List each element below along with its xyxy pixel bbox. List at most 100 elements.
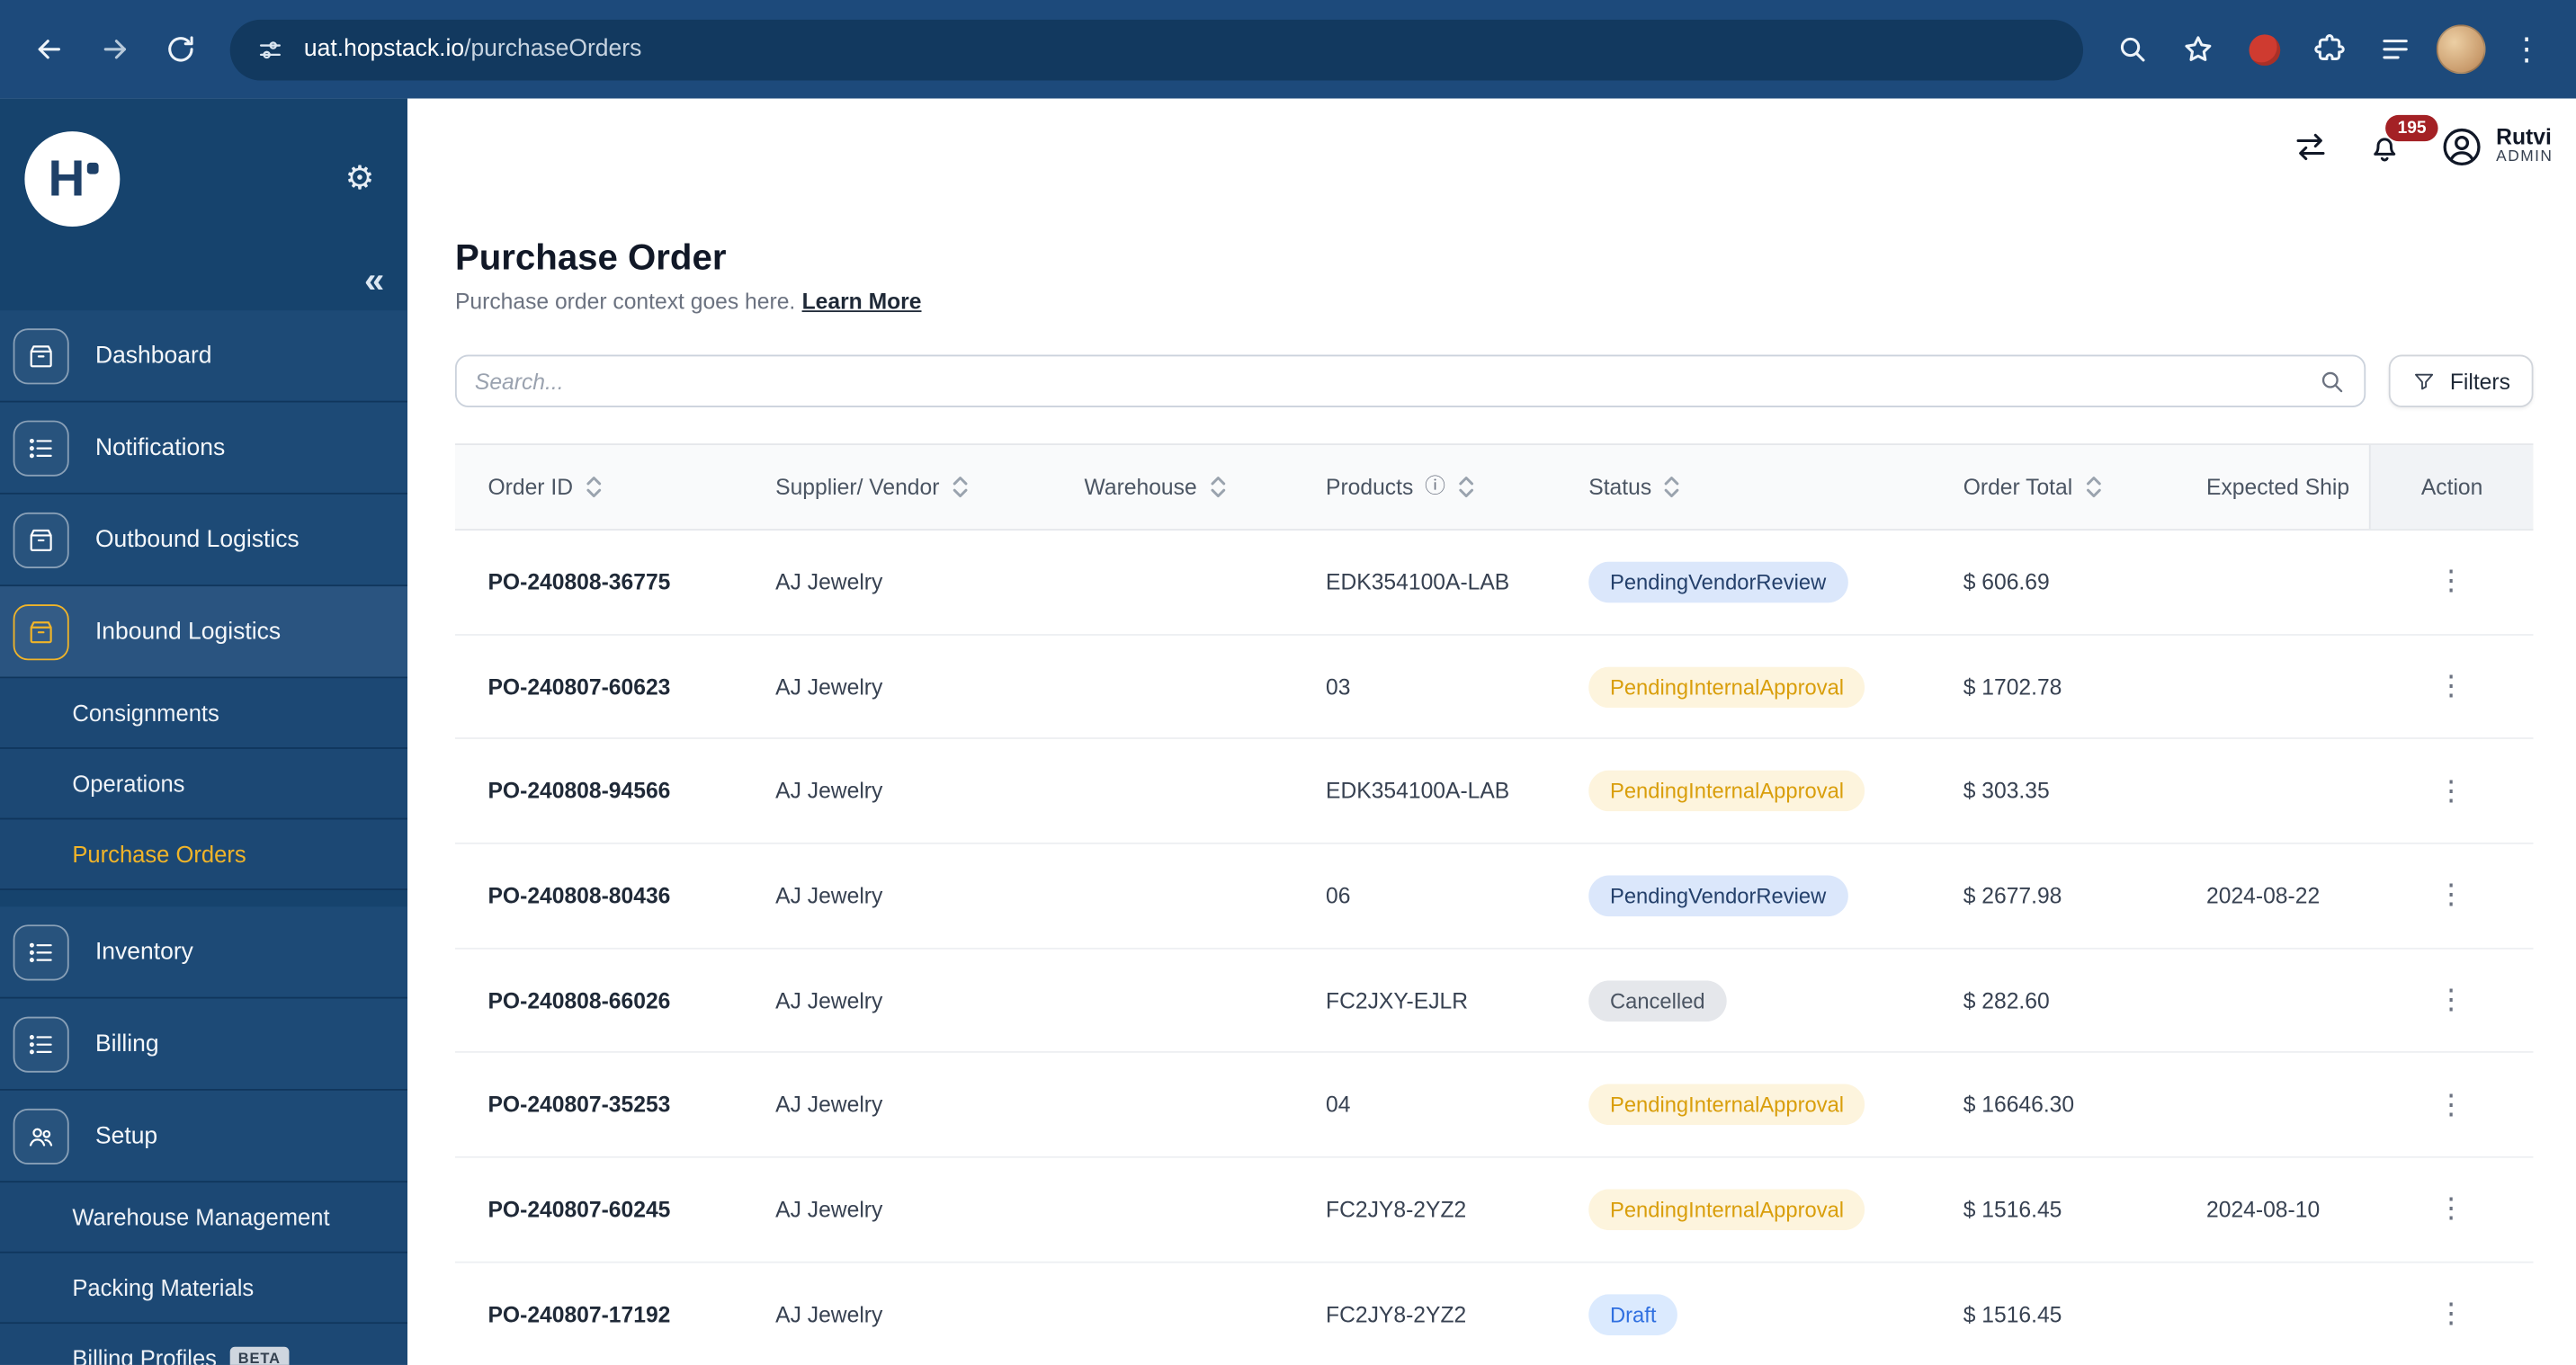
sidebar-item-dashboard[interactable]: Dashboard: [0, 310, 407, 402]
order-total-cell: $ 303.35: [1930, 779, 2173, 803]
notifications-icon: [13, 420, 69, 476]
purchase-orders-table: Order ID Supplier/ Vendor Warehouse: [455, 443, 2534, 1365]
filters-button[interactable]: Filters: [2389, 355, 2533, 407]
sidebar-item-purchase-orders[interactable]: Purchase Orders: [0, 819, 407, 890]
user-role: ADMIN: [2496, 150, 2553, 168]
row-actions-cell: ⋮: [2369, 1082, 2534, 1128]
sidebar-item-inbound-logistics[interactable]: Inbound Logistics: [0, 586, 407, 678]
column-header-status[interactable]: Status: [1556, 445, 1930, 529]
sidebar-item-billing-profiles[interactable]: Billing Profiles BETA: [0, 1324, 407, 1365]
status-badge: PendingInternalApproval: [1588, 666, 1865, 708]
side-panel-button[interactable]: [2366, 20, 2425, 79]
sidebar-item-warehouse-management[interactable]: Warehouse Management: [0, 1182, 407, 1253]
forward-button[interactable]: [85, 20, 145, 79]
sidebar-header: H ⚙ «: [0, 99, 407, 311]
sidebar-item-billing[interactable]: Billing: [0, 999, 407, 1091]
site-info-icon: [256, 35, 284, 63]
puzzle-icon: [2313, 33, 2347, 67]
search-row: Filters: [455, 355, 2534, 407]
back-button[interactable]: [20, 20, 79, 79]
products-cell: EDK354100A-LAB: [1292, 570, 1555, 594]
sidebar-item-setup[interactable]: Setup: [0, 1091, 407, 1182]
profile-button[interactable]: [2431, 20, 2491, 79]
order-id-cell: PO-240808-66026: [455, 988, 743, 1013]
column-header-order-total[interactable]: Order Total: [1930, 445, 2173, 529]
sidebar-item-outbound-logistics[interactable]: Outbound Logistics: [0, 495, 407, 586]
products-cell: 06: [1292, 884, 1555, 908]
kebab-menu-icon: ⋮: [2511, 33, 2543, 65]
reload-button[interactable]: [151, 20, 210, 79]
column-header-order-id[interactable]: Order ID: [455, 445, 743, 529]
info-icon: ⓘ: [1425, 477, 1445, 497]
table-row: PO-240808-66026 AJ Jewelry FC2JXY-EJLR C…: [455, 949, 2534, 1053]
row-actions-cell: ⋮: [2369, 1187, 2534, 1233]
row-menu-button[interactable]: ⋮: [2428, 1187, 2474, 1233]
sidebar-item-label: Purchase Orders: [72, 841, 246, 867]
url-path: /purchaseOrders: [464, 36, 641, 62]
sidebar-item-label: Billing Profiles: [72, 1345, 217, 1365]
user-menu[interactable]: Rutvi ADMIN: [2440, 124, 2553, 168]
browser-menu-button[interactable]: ⋮: [2497, 20, 2556, 79]
settings-gear-icon[interactable]: ⚙: [345, 157, 375, 199]
notification-count-badge: 195: [2386, 114, 2438, 140]
table-row: PO-240808-36775 AJ Jewelry EDK354100A-LA…: [455, 531, 2534, 635]
order-id-cell: PO-240807-17192: [455, 1302, 743, 1326]
extensions-button[interactable]: [2300, 20, 2359, 79]
supplier-cell: AJ Jewelry: [743, 884, 1051, 908]
order-total-cell: $ 606.69: [1930, 570, 2173, 594]
bookmark-button[interactable]: [2169, 20, 2228, 79]
table-header-row: Order ID Supplier/ Vendor Warehouse: [455, 445, 2534, 531]
nav-divider: [0, 890, 407, 906]
logo-letter: H: [49, 149, 85, 209]
status-badge: Draft: [1588, 1294, 1677, 1335]
red-extension-button[interactable]: [2234, 20, 2294, 79]
products-cell: EDK354100A-LAB: [1292, 779, 1555, 803]
order-id-cell: PO-240807-60623: [455, 674, 743, 699]
order-id-cell: PO-240807-60245: [455, 1197, 743, 1221]
order-id-cell: PO-240808-80436: [455, 884, 743, 908]
sidebar-item-notifications[interactable]: Notifications: [0, 402, 407, 494]
zoom-button[interactable]: [2103, 20, 2162, 79]
switch-workspace-button[interactable]: [2293, 128, 2330, 165]
table-row: PO-240807-35253 AJ Jewelry 04 PendingInt…: [455, 1054, 2534, 1158]
search-box: [455, 355, 2366, 407]
row-menu-button[interactable]: ⋮: [2428, 559, 2474, 605]
products-cell: FC2JY8-2YZ2: [1292, 1302, 1555, 1326]
column-header-supplier[interactable]: Supplier/ Vendor: [743, 445, 1051, 529]
row-menu-button[interactable]: ⋮: [2428, 768, 2474, 814]
order-id-cell: PO-240807-35253: [455, 1093, 743, 1117]
sidebar-item-operations[interactable]: Operations: [0, 749, 407, 820]
reload-icon: [165, 33, 198, 67]
table-row: PO-240807-60623 AJ Jewelry 03 PendingInt…: [455, 635, 2534, 739]
row-actions-cell: ⋮: [2369, 559, 2534, 605]
billing-icon: [13, 1016, 69, 1072]
back-arrow-icon: [33, 33, 67, 67]
sidebar-item-consignments[interactable]: Consignments: [0, 678, 407, 749]
row-menu-button[interactable]: ⋮: [2428, 664, 2474, 709]
address-bar[interactable]: uat.hopstack.io/purchaseOrders: [230, 19, 2083, 80]
hopstack-logo[interactable]: H: [24, 131, 120, 227]
url-host: uat.hopstack.io: [304, 36, 464, 62]
row-actions-cell: ⋮: [2369, 768, 2534, 814]
sort-icon: [1208, 475, 1226, 499]
order-total-cell: $ 1516.45: [1930, 1197, 2173, 1221]
sidebar-item-packing-materials[interactable]: Packing Materials: [0, 1253, 407, 1325]
page-title: Purchase Order: [455, 236, 2534, 279]
search-input[interactable]: [475, 369, 2319, 393]
row-menu-button[interactable]: ⋮: [2428, 873, 2474, 919]
row-menu-button[interactable]: ⋮: [2428, 1082, 2474, 1128]
sidebar-collapse-button[interactable]: «: [364, 263, 384, 299]
sidebar-item-inventory[interactable]: Inventory: [0, 906, 407, 998]
order-total-cell: $ 2677.98: [1930, 884, 2173, 908]
notifications-button[interactable]: 195: [2366, 128, 2404, 165]
column-header-products[interactable]: Products ⓘ: [1292, 445, 1555, 529]
subtitle-text: Purchase order context goes here.: [455, 289, 795, 313]
row-menu-button[interactable]: ⋮: [2428, 977, 2474, 1023]
column-header-warehouse[interactable]: Warehouse: [1051, 445, 1292, 529]
browser-avatar: [2437, 24, 2486, 74]
status-cell: PendingVendorReview: [1556, 875, 1930, 916]
row-menu-button[interactable]: ⋮: [2428, 1291, 2474, 1337]
app-header: 195 Rutvi ADMIN: [407, 99, 2576, 194]
screen: uat.hopstack.io/purchaseOrders ⋮: [0, 0, 2576, 1365]
learn-more-link[interactable]: Learn More: [802, 289, 922, 313]
